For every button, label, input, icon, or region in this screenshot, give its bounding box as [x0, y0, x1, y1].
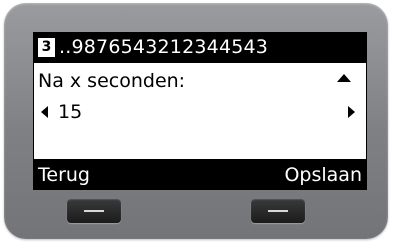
phone-device-bezel: 3 ..9876543212344543 Na x seconden: 15 T…: [4, 3, 388, 239]
header-bar: 3 ..9876543212344543: [33, 32, 367, 62]
scroll-up-icon: [337, 74, 351, 82]
right-softkey-button[interactable]: [251, 199, 305, 223]
setting-label: Na x seconden:: [38, 70, 186, 92]
menu-content-area: Na x seconden: 15: [34, 63, 366, 159]
softkey-bar: Terug Opslaan: [33, 159, 367, 190]
display-screen: 3 ..9876543212344543 Na x seconden: 15 T…: [33, 32, 367, 190]
decrease-arrow-icon[interactable]: [41, 106, 48, 118]
softkey-save-label[interactable]: Opslaan: [284, 164, 362, 186]
softkey-back-label[interactable]: Terug: [38, 164, 90, 186]
setting-value[interactable]: 15: [58, 101, 82, 123]
line-number-badge: 3: [38, 37, 55, 57]
left-softkey-button[interactable]: [67, 199, 121, 223]
minus-icon: [268, 210, 288, 212]
minus-icon: [84, 210, 104, 212]
increase-arrow-icon[interactable]: [348, 106, 355, 118]
phone-number-text: ..9876543212344543: [59, 36, 269, 58]
